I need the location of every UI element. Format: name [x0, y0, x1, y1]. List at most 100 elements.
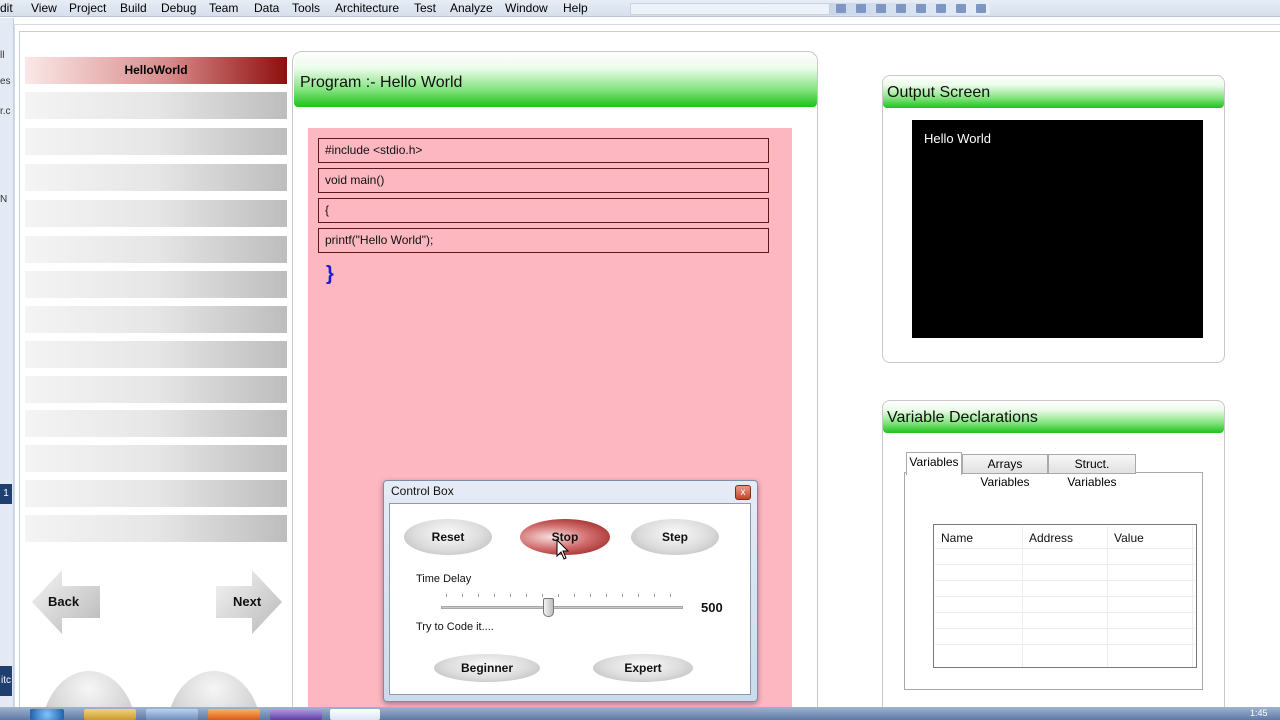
- slider-tick: [478, 594, 479, 597]
- try-to-code-label: Try to Code it....: [416, 621, 494, 633]
- toolbar-icon[interactable]: [876, 4, 886, 13]
- grid-row-line: [935, 596, 1195, 597]
- sidebar-item[interactable]: [24, 514, 288, 543]
- sidebar-item[interactable]: [24, 163, 288, 192]
- sidebar-item-helloworld[interactable]: HelloWorld: [24, 56, 288, 85]
- menu-analyze[interactable]: Analyze: [450, 1, 493, 15]
- code-line[interactable]: #include <stdio.h>: [318, 138, 769, 163]
- tab-variables[interactable]: Variables: [906, 452, 962, 475]
- next-button[interactable]: Next: [214, 568, 284, 636]
- toolbar-icon[interactable]: [956, 4, 966, 13]
- sidebar-item[interactable]: [24, 199, 288, 228]
- toolbar-icon[interactable]: [936, 4, 946, 13]
- grid-header-address[interactable]: Address: [1029, 531, 1073, 545]
- slider-tick: [446, 594, 447, 597]
- taskbar-app-icon[interactable]: [330, 709, 380, 720]
- slider-tick: [590, 594, 591, 597]
- slider-tick: [462, 594, 463, 597]
- menu-view[interactable]: View: [31, 1, 57, 15]
- step-button[interactable]: Step: [631, 519, 719, 555]
- taskbar-app-icon[interactable]: [146, 709, 198, 720]
- slider-tick: [574, 594, 575, 597]
- sidebar-item[interactable]: [24, 270, 288, 299]
- sidebar-item[interactable]: [24, 479, 288, 508]
- slider-tick: [638, 594, 639, 597]
- sidebar-item[interactable]: [24, 409, 288, 438]
- edge-fragment: 1: [0, 484, 12, 504]
- sidebar-item[interactable]: [24, 305, 288, 334]
- toolbar-combo[interactable]: [630, 3, 830, 15]
- menu-test[interactable]: Test: [414, 1, 436, 15]
- slider-tick: [510, 594, 511, 597]
- sidebar-item[interactable]: [24, 235, 288, 264]
- toolbar-icon[interactable]: [836, 4, 846, 13]
- output-title: Output Screen: [887, 84, 991, 101]
- tab-arrays-variables[interactable]: Arrays Variables: [962, 454, 1048, 489]
- menu-window[interactable]: Window: [505, 1, 548, 15]
- close-icon[interactable]: x: [735, 485, 751, 500]
- menu-edit[interactable]: dit: [0, 1, 13, 15]
- reset-button[interactable]: Reset: [404, 519, 492, 555]
- explorer-taskbar-icon[interactable]: [84, 709, 136, 720]
- closing-brace: }: [326, 263, 334, 285]
- slider-tick: [622, 594, 623, 597]
- start-orb-icon[interactable]: [30, 709, 64, 720]
- taskbar-clock: 1:45: [1250, 708, 1268, 718]
- code-line[interactable]: printf("Hello World");: [318, 228, 769, 253]
- slider-thumb[interactable]: [543, 598, 554, 617]
- edge-fragment: N: [0, 194, 8, 205]
- menu-team[interactable]: Team: [209, 1, 238, 15]
- time-delay-value: 500: [701, 600, 723, 615]
- toolbar-icon[interactable]: [976, 4, 986, 13]
- grid-header-name[interactable]: Name: [941, 531, 973, 545]
- menu-build[interactable]: Build: [120, 1, 147, 15]
- grid-row-line: [935, 580, 1195, 581]
- edge-fragment: ll: [0, 50, 5, 61]
- slider-tick: [494, 594, 495, 597]
- slider-tick: [526, 594, 527, 597]
- edge-fragment: es: [0, 76, 11, 87]
- sidebar-item[interactable]: [24, 444, 288, 473]
- slider-tick: [606, 594, 607, 597]
- control-box-title: Control Box: [391, 484, 454, 498]
- code-line[interactable]: void main(): [318, 168, 769, 193]
- toolbar-icon[interactable]: [896, 4, 906, 13]
- beginner-button[interactable]: Beginner: [434, 654, 540, 682]
- menu-project[interactable]: Project: [69, 1, 106, 15]
- mouse-cursor-icon: [556, 539, 570, 560]
- variables-title: Variable Declarations: [887, 409, 1038, 426]
- firefox-taskbar-icon[interactable]: [208, 709, 260, 720]
- menu-help[interactable]: Help: [563, 1, 588, 15]
- next-label: Next: [233, 594, 262, 609]
- toolbar-icon[interactable]: [856, 4, 866, 13]
- grid-row-line: [935, 644, 1195, 645]
- slider-tick: [558, 594, 559, 597]
- toolbar-strip: [830, 3, 990, 15]
- visual-studio-taskbar-icon[interactable]: [270, 709, 322, 720]
- edge-fragment: r.c: [0, 106, 11, 117]
- slider-tick: [542, 594, 543, 597]
- sidebar-item[interactable]: [24, 340, 288, 369]
- tab-struct-variables[interactable]: Struct. Variables: [1048, 454, 1136, 489]
- toolbar-icon[interactable]: [916, 4, 926, 13]
- menu-tools[interactable]: Tools: [292, 1, 320, 15]
- time-delay-slider[interactable]: [441, 606, 683, 609]
- program-title: Program :- Hello World: [300, 74, 463, 91]
- grid-header-value[interactable]: Value: [1114, 531, 1144, 545]
- sidebar-item[interactable]: [24, 375, 288, 404]
- expert-button[interactable]: Expert: [593, 654, 693, 682]
- grid-row-line: [935, 564, 1195, 565]
- sidebar-item[interactable]: [24, 91, 288, 120]
- menu-debug[interactable]: Debug: [161, 1, 196, 15]
- menu-architecture[interactable]: Architecture: [335, 1, 399, 15]
- grid-row-line: [935, 628, 1195, 629]
- menu-data[interactable]: Data: [254, 1, 279, 15]
- back-button[interactable]: Back: [32, 568, 102, 636]
- edge-fragment: itc: [0, 666, 12, 696]
- sidebar-item[interactable]: [24, 127, 288, 156]
- ide-left-edge: ll es r.c N 1 itc: [0, 18, 14, 710]
- back-label: Back: [48, 594, 80, 609]
- code-line[interactable]: {: [318, 198, 769, 223]
- grid-row-line: [935, 612, 1195, 613]
- slider-tick: [670, 594, 671, 597]
